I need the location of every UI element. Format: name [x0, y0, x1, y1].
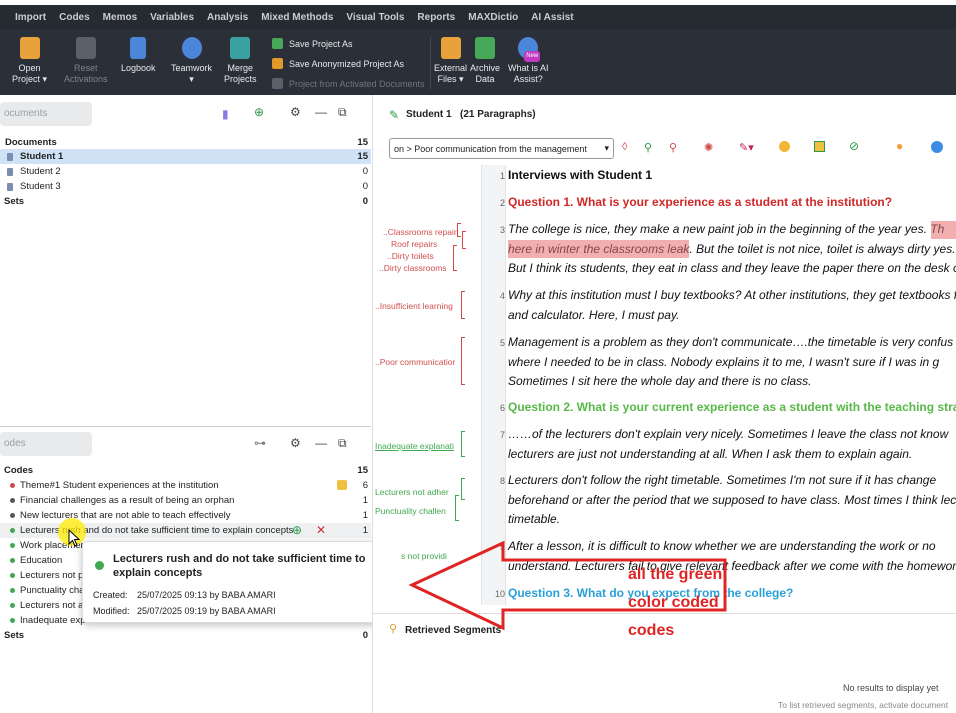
maxqda-window: Import Codes Memos Variables Analysis Mi…: [0, 0, 956, 713]
annotation-text: all the green color coded codes: [628, 561, 722, 645]
annotation-arrow: [408, 540, 727, 631]
annotation-line-3: codes: [628, 622, 675, 639]
annotation-line-1: all the green: [628, 566, 723, 583]
annotation-line-2: color coded: [628, 594, 719, 611]
